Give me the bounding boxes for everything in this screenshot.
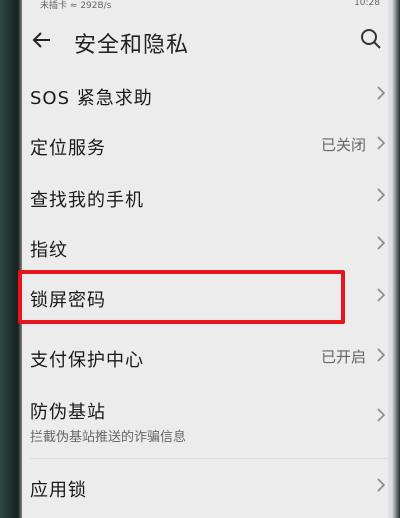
wifi-icon: ≈ xyxy=(69,1,78,11)
status-time: 10:28 xyxy=(354,0,380,8)
status-carrier: 未插卡 ≈ 292B/s xyxy=(40,0,111,11)
chevron-right-icon xyxy=(377,288,386,302)
chevron-right-icon xyxy=(377,188,386,202)
settings-item-sos[interactable]: SOS 紧急求助 xyxy=(22,72,388,122)
settings-item-find-my-phone[interactable]: 查找我的手机 xyxy=(22,174,388,224)
chevron-right-icon xyxy=(377,86,386,100)
item-label: 定位服务 xyxy=(30,138,106,159)
settings-item-pseudo-base-station[interactable]: 防伪基站 拦截伪基站推送的诈骗信息 xyxy=(22,388,388,454)
back-arrow-icon[interactable] xyxy=(32,30,52,50)
chevron-right-icon xyxy=(377,348,386,362)
chevron-right-icon xyxy=(377,478,386,492)
chevron-right-icon xyxy=(377,408,386,422)
status-bar: 未插卡 ≈ 292B/s 10:28 xyxy=(22,0,388,12)
item-label: 指纹 xyxy=(30,240,68,261)
item-value: 已开启 xyxy=(320,348,366,366)
carrier-text: 未插卡 xyxy=(40,1,68,11)
page-title: 安全和隐私 xyxy=(74,33,190,58)
item-value: 已关闭 xyxy=(320,136,366,154)
settings-item-app-lock[interactable]: 应用锁 xyxy=(22,464,388,514)
settings-screen: 未插卡 ≈ 292B/s 10:28 安全和隐私 SOS 紧急求助 定位服务 已… xyxy=(22,0,388,518)
network-speed: 292B/s xyxy=(80,1,112,11)
highlight-annotation-box xyxy=(18,270,345,324)
chevron-right-icon xyxy=(377,136,386,150)
settings-item-fingerprint[interactable]: 指纹 xyxy=(22,226,388,274)
settings-item-location[interactable]: 定位服务 已关闭 xyxy=(22,122,388,172)
item-label: 应用锁 xyxy=(30,480,87,501)
divider xyxy=(30,458,388,459)
search-icon[interactable] xyxy=(360,28,382,50)
item-label: SOS 紧急求助 xyxy=(30,88,153,109)
phone-frame: 未插卡 ≈ 292B/s 10:28 安全和隐私 SOS 紧急求助 定位服务 已… xyxy=(0,0,400,518)
header: 安全和隐私 xyxy=(22,18,388,68)
item-label: 防伪基站 xyxy=(30,402,106,423)
settings-item-payment-protection[interactable]: 支付保护中心 已开启 xyxy=(22,336,388,382)
item-label: 查找我的手机 xyxy=(30,190,144,211)
item-subtitle: 拦截伪基站推送的诈骗信息 xyxy=(30,430,187,445)
item-label: 支付保护中心 xyxy=(30,350,144,371)
chevron-right-icon xyxy=(377,236,386,250)
